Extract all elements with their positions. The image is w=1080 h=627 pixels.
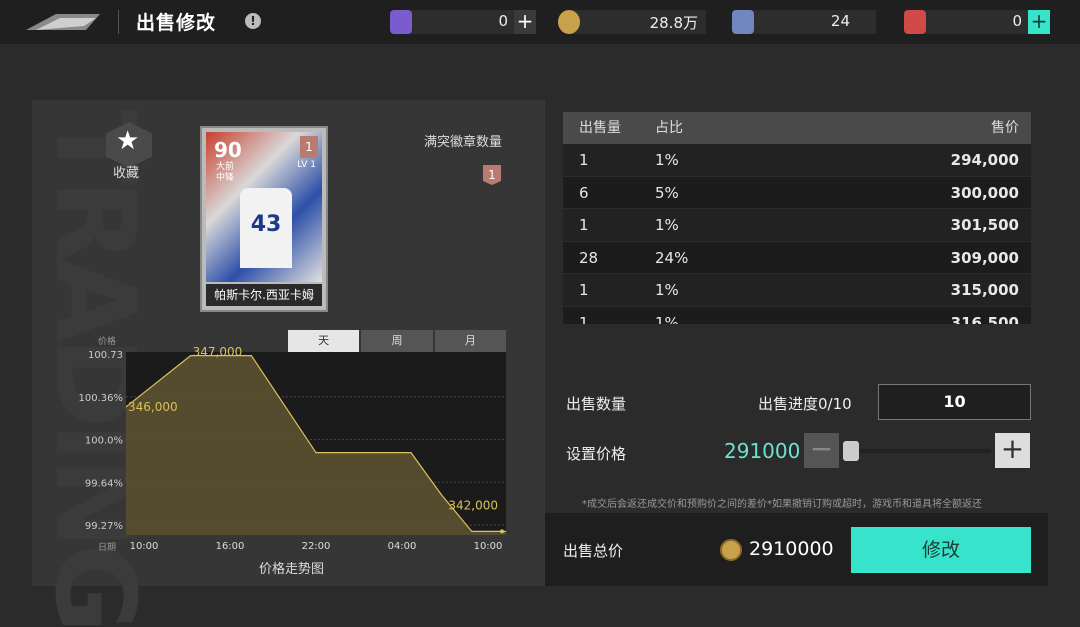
resource-ticket: 0 +	[390, 10, 536, 34]
jersey: 43	[240, 188, 292, 268]
chart-caption: 价格走势图	[259, 562, 325, 577]
red-badge-icon	[904, 10, 926, 34]
resource-coin: 28.8万	[558, 10, 706, 34]
y-tick-label: 100.0%	[85, 436, 123, 447]
table-row[interactable]: 28 24% 309,000	[563, 242, 1031, 275]
resource-red-badge: 0 +	[904, 10, 1050, 34]
card-ovr: 90	[214, 138, 242, 162]
table-header: 出售量 占比 售价	[563, 112, 1031, 144]
table-row[interactable]: 1 1% 315,000	[563, 274, 1031, 307]
price-slider[interactable]	[849, 449, 991, 453]
x-tick-label: 16:00	[216, 541, 245, 552]
x-tick-label: 22:00	[302, 541, 331, 552]
add-ticket-button[interactable]: +	[514, 10, 536, 34]
card-lv: LV 1	[297, 160, 316, 170]
row-price: 309,000	[950, 248, 1019, 267]
row-price: 301,500	[950, 216, 1019, 235]
row-price: 300,000	[950, 183, 1019, 202]
row-ratio: 1%	[655, 151, 679, 169]
player-name: 帕斯卡尔.西亚卡姆	[206, 284, 322, 306]
sell-qty-label: 出售数量	[566, 395, 627, 413]
table-row[interactable]: 6 5% 300,000	[563, 177, 1031, 210]
chart-svg: 100.73 100.36% 100.0% 99.64% 99.27% 价格日期 10:00…	[79, 335, 506, 553]
modify-button[interactable]: 修改	[851, 527, 1031, 573]
coin-icon	[720, 539, 742, 561]
x-tick-label: 04:00	[388, 541, 417, 552]
price-value: 291000	[724, 439, 801, 463]
x-tick-label: 10:00	[474, 541, 503, 552]
page-title: 出售修改	[136, 12, 217, 34]
total-value: 2910000	[749, 538, 834, 560]
top-bar: 出售修改 ! 0 + 28.8万 24 0 +	[0, 0, 1080, 44]
shield-count: 24	[830, 12, 850, 30]
table-row[interactable]: 1 1% 294,000	[563, 144, 1031, 177]
price-label: 设置价格	[566, 445, 627, 463]
ticket-count: 0	[498, 12, 508, 30]
badge-count-label: 满突徽章数量	[424, 135, 503, 150]
col-ratio-header: 占比	[655, 120, 683, 136]
player-card[interactable]: 90 大前 中锋 1 LV 1 43 帕斯卡尔.西亚卡姆	[200, 126, 328, 312]
slider-handle[interactable]	[843, 441, 859, 461]
price-table: 出售量 占比 售价 1 1% 294,000 6 5% 300,000 1 1% 301,500…	[563, 112, 1031, 324]
badge-count: 1	[483, 165, 501, 185]
table-row[interactable]: 1 1% 301,500	[563, 209, 1031, 242]
table-row[interactable]: 1 1% 316,500	[563, 307, 1031, 324]
favorite-label: 收藏	[113, 166, 140, 181]
coin-count: 28.8万	[649, 14, 698, 32]
total-label: 出售总价	[563, 542, 624, 560]
data-label: 342,000	[448, 498, 498, 512]
y-tick-label: 100.36%	[79, 393, 124, 404]
red-badge-count: 0	[1012, 12, 1022, 30]
back-logo-icon[interactable]	[26, 12, 100, 32]
data-point	[500, 529, 504, 534]
row-qty: 1	[579, 313, 589, 324]
coin-icon	[558, 10, 580, 34]
table-body: 1 1% 294,000 6 5% 300,000 1 1% 301,500 28 24% 309,0…	[563, 144, 1031, 324]
quantity-input[interactable]: 10	[878, 384, 1031, 420]
row-ratio: 1%	[655, 216, 679, 235]
resource-shield: 24	[732, 10, 876, 34]
info-icon[interactable]: !	[245, 13, 261, 29]
col-price-header: 售价	[991, 120, 1019, 136]
y-tick-label: 100.73	[88, 350, 123, 361]
col-qty-header: 出售量	[579, 120, 621, 136]
y-tick-label: 99.27%	[85, 521, 123, 532]
row-ratio: 24%	[655, 248, 689, 267]
decrease-price-button[interactable]: −	[804, 433, 839, 468]
x-axis-label: 日期	[98, 542, 116, 553]
card-level-badge: 1	[300, 136, 318, 158]
row-price: 316,500	[950, 313, 1019, 324]
price-chart: 天 周 月 100.73 100.36% 100.0% 99.64% 99.27% 价格日…	[58, 330, 508, 555]
row-ratio: 5%	[655, 183, 679, 202]
data-label: 346,000	[128, 400, 178, 414]
row-price: 294,000	[950, 151, 1019, 169]
row-qty: 1	[579, 151, 589, 169]
notice-text: *成交后会返还成交价和预购价之间的差价*如果撤销订购或超时，游戏币和道具将全额返…	[582, 499, 982, 510]
star-icon: ★	[116, 126, 140, 156]
data-label: 347,000	[193, 345, 243, 359]
progress-label: 出售进度0/10	[758, 395, 852, 413]
row-qty: 1	[579, 216, 589, 235]
row-price: 315,000	[950, 281, 1019, 300]
row-qty: 6	[579, 183, 589, 202]
player-portrait: 90 大前 中锋 1 LV 1 43	[206, 132, 322, 282]
card-position: 大前 中锋	[216, 162, 235, 183]
row-ratio: 1%	[655, 313, 679, 324]
ticket-icon	[390, 10, 412, 34]
y-tick-label: 99.64%	[85, 478, 123, 489]
divider	[118, 10, 119, 34]
add-red-badge-button[interactable]: +	[1028, 10, 1050, 34]
x-tick-label: 10:00	[130, 541, 159, 552]
increase-price-button[interactable]: +	[995, 433, 1030, 468]
row-qty: 1	[579, 281, 589, 300]
row-ratio: 1%	[655, 281, 679, 300]
y-axis-label: 价格	[98, 335, 116, 347]
shield-badge-icon	[732, 10, 754, 34]
row-qty: 28	[579, 248, 599, 267]
